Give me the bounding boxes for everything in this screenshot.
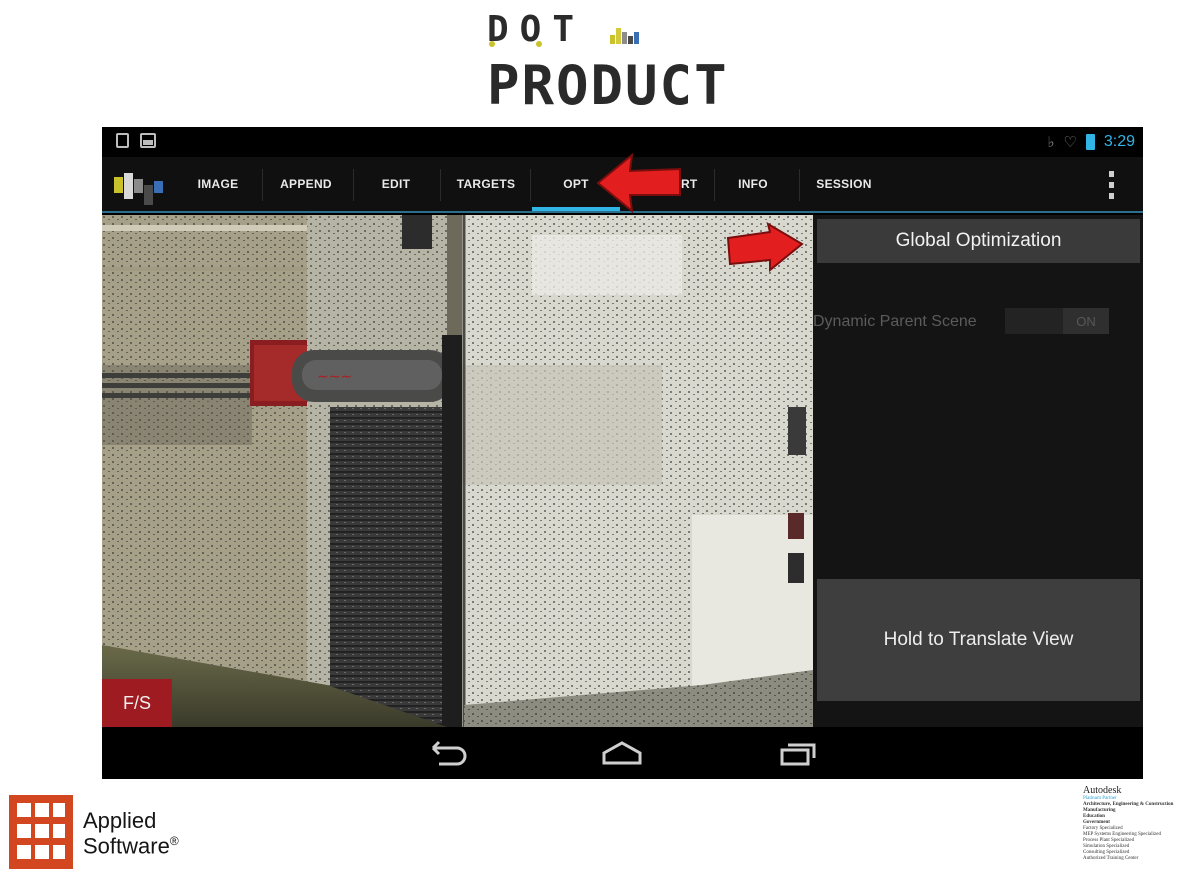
fullscreen-button[interactable]: F/S xyxy=(102,679,172,727)
tab-append[interactable]: APPEND xyxy=(270,157,342,211)
notification-icon xyxy=(116,133,129,148)
battery-icon xyxy=(1085,134,1095,150)
autodesk-name: Autodesk xyxy=(1083,785,1122,796)
tab-edit[interactable]: EDIT xyxy=(362,157,430,211)
no-sound-icon: ♭ xyxy=(1047,133,1055,151)
status-time: 3:29 xyxy=(1103,133,1135,150)
app-logo-icon[interactable] xyxy=(114,171,170,205)
tablet-screen: ♭ ♡ 3:29 IMAGE APPEND EDIT TARGETS OPT E… xyxy=(102,127,1143,779)
back-icon[interactable] xyxy=(424,737,470,769)
home-icon[interactable] xyxy=(599,737,645,769)
image-icon xyxy=(140,133,156,148)
tab-divider xyxy=(440,169,441,201)
dotproduct-logo-product: PRODUCT xyxy=(487,54,729,117)
red-arrow-opt-tab xyxy=(596,152,681,213)
dotproduct-mark-icon xyxy=(610,22,640,44)
tab-divider xyxy=(714,169,715,201)
overflow-menu-icon[interactable] xyxy=(1105,171,1117,199)
registered-mark: ® xyxy=(169,834,179,848)
applied-grid-icon xyxy=(9,795,73,869)
tab-divider xyxy=(262,169,263,201)
red-arrow-global-optimization xyxy=(726,222,804,273)
autodesk-partner-badge: Autodesk Platinum Partner Architecture, … xyxy=(1083,785,1198,862)
tab-session[interactable]: SESSION xyxy=(804,157,884,211)
dynamic-parent-scene-toggle[interactable]: ON xyxy=(1005,308,1109,334)
tab-image[interactable]: IMAGE xyxy=(184,157,252,211)
applied-software-logo: Applied Software® xyxy=(9,795,209,871)
recents-icon[interactable] xyxy=(775,737,821,769)
navigation-bar xyxy=(102,727,1143,779)
point-cloud-viewport[interactable]: ∼∼∼ F/S xyxy=(102,215,813,727)
tab-divider xyxy=(799,169,800,201)
optimization-panel: Global Optimization Dynamic Parent Scene… xyxy=(813,215,1143,727)
applied-line2-wrap: Software® xyxy=(83,831,179,859)
tab-divider xyxy=(353,169,354,201)
point-cloud-scene: ∼∼∼ xyxy=(102,215,813,727)
applied-software-wordmark: Applied Software® xyxy=(83,808,179,859)
toggle-state: ON xyxy=(1063,308,1109,334)
global-optimization-button[interactable]: Global Optimization xyxy=(817,219,1140,263)
autodesk-line: Authorized Training Center xyxy=(1083,856,1139,861)
status-right: ♭ ♡ 3:29 xyxy=(1047,132,1135,152)
hold-to-translate-button[interactable]: Hold to Translate View xyxy=(817,579,1140,701)
dynamic-parent-scene-label: Dynamic Parent Scene xyxy=(813,313,977,330)
applied-line1: Applied xyxy=(83,808,157,833)
dotproduct-logo: DOT PRODUCT xyxy=(487,10,762,116)
tab-divider xyxy=(530,169,531,201)
tab-info[interactable]: INFO xyxy=(720,157,786,211)
svg-text:∼∼∼: ∼∼∼ xyxy=(317,368,352,384)
wifi-icon: ♡ xyxy=(1063,133,1077,151)
applied-line2: Software xyxy=(83,833,170,859)
tab-targets[interactable]: TARGETS xyxy=(448,157,524,211)
